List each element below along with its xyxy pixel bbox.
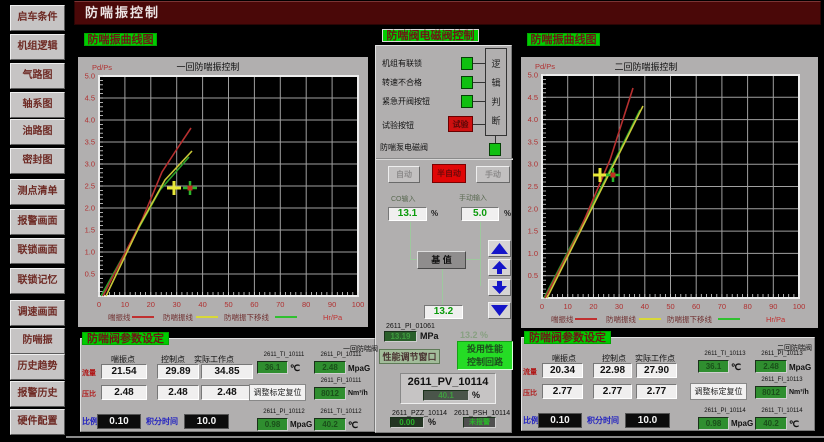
svg-text:50: 50 bbox=[224, 300, 232, 309]
svg-text:防喘振下移线: 防喘振下移线 bbox=[667, 314, 712, 324]
svg-text:二回防喘振控制: 二回防喘振控制 bbox=[614, 61, 677, 72]
svg-text:70: 70 bbox=[718, 302, 726, 311]
svg-text:3.5: 3.5 bbox=[85, 138, 95, 147]
svg-text:80: 80 bbox=[743, 302, 751, 311]
svg-text:2.0: 2.0 bbox=[528, 204, 538, 213]
svg-text:70: 70 bbox=[276, 300, 284, 309]
svg-text:90: 90 bbox=[328, 300, 336, 309]
svg-text:60: 60 bbox=[692, 302, 700, 311]
svg-text:90: 90 bbox=[769, 302, 777, 311]
svg-text:Pd/Ps: Pd/Ps bbox=[92, 63, 112, 72]
svg-text:5.0: 5.0 bbox=[528, 71, 538, 80]
svg-text:0.5: 0.5 bbox=[85, 270, 95, 279]
svg-text:30: 30 bbox=[173, 300, 181, 309]
svg-text:2.5: 2.5 bbox=[528, 182, 538, 191]
svg-text:防喘振线: 防喘振线 bbox=[606, 314, 636, 324]
svg-text:3.5: 3.5 bbox=[528, 137, 538, 146]
svg-text:3.0: 3.0 bbox=[85, 160, 95, 169]
svg-text:80: 80 bbox=[302, 300, 310, 309]
svg-text:20: 20 bbox=[147, 300, 155, 309]
svg-text:防喘振下移线: 防喘振下移线 bbox=[224, 312, 269, 322]
svg-text:4.5: 4.5 bbox=[85, 94, 95, 103]
svg-text:2.5: 2.5 bbox=[85, 182, 95, 191]
svg-text:Hr/Pa: Hr/Pa bbox=[323, 313, 343, 322]
svg-text:4.0: 4.0 bbox=[85, 116, 95, 125]
svg-text:50: 50 bbox=[666, 302, 674, 311]
svg-text:3.0: 3.0 bbox=[528, 160, 538, 169]
svg-text:10: 10 bbox=[121, 300, 129, 309]
svg-text:30: 30 bbox=[615, 302, 623, 311]
svg-text:Pd/Ps: Pd/Ps bbox=[535, 62, 555, 71]
svg-text:2.0: 2.0 bbox=[85, 204, 95, 213]
svg-text:100: 100 bbox=[352, 300, 365, 309]
svg-text:1.0: 1.0 bbox=[528, 249, 538, 258]
svg-text:1.5: 1.5 bbox=[528, 227, 538, 236]
svg-text:0: 0 bbox=[97, 300, 101, 309]
svg-text:1.5: 1.5 bbox=[85, 226, 95, 235]
svg-text:10: 10 bbox=[564, 302, 572, 311]
svg-text:5.0: 5.0 bbox=[85, 72, 95, 81]
svg-text:60: 60 bbox=[250, 300, 258, 309]
svg-text:20: 20 bbox=[589, 302, 597, 311]
svg-text:Hr/Pa: Hr/Pa bbox=[766, 315, 786, 324]
svg-text:防喘振线: 防喘振线 bbox=[163, 312, 193, 322]
svg-text:喘振线: 喘振线 bbox=[108, 312, 131, 322]
svg-text:0.5: 0.5 bbox=[528, 271, 538, 280]
svg-text:40: 40 bbox=[641, 302, 649, 311]
svg-text:100: 100 bbox=[793, 302, 806, 311]
svg-text:喘振线: 喘振线 bbox=[551, 314, 574, 324]
svg-text:1.0: 1.0 bbox=[85, 248, 95, 257]
svg-text:4.5: 4.5 bbox=[528, 93, 538, 102]
svg-text:0: 0 bbox=[540, 302, 544, 311]
svg-text:40: 40 bbox=[198, 300, 206, 309]
svg-text:一回防喘振控制: 一回防喘振控制 bbox=[176, 61, 239, 72]
svg-text:4.0: 4.0 bbox=[528, 115, 538, 124]
